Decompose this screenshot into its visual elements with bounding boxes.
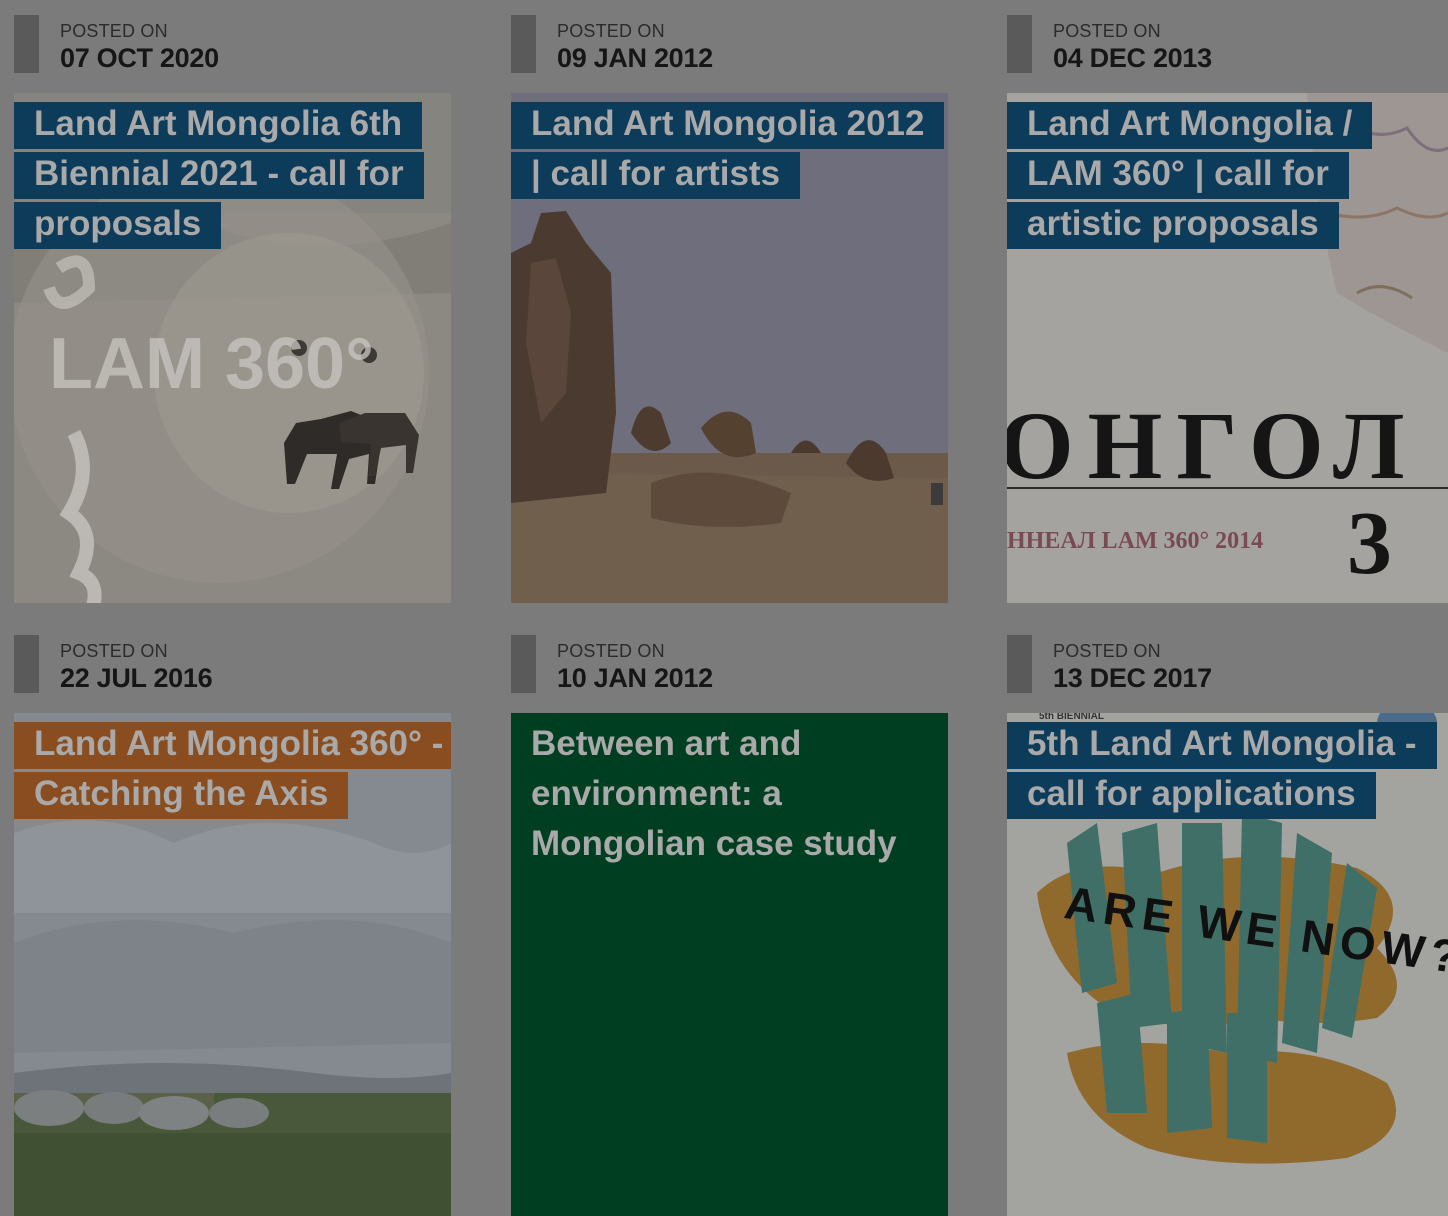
- post-meta: POSTED ON 13 DEC 2017: [1007, 635, 1448, 695]
- image-caption: ОНГОЛ: [1007, 392, 1418, 499]
- posted-on-label: POSTED ON: [60, 641, 168, 661]
- post-meta: POSTED ON 09 JAN 2012: [511, 15, 948, 75]
- post-title[interactable]: Land Art Mongolia 6th Biennial 2021 - ca…: [14, 99, 444, 249]
- posted-on-label: POSTED ON: [557, 641, 665, 661]
- date-marker: [1007, 15, 1032, 73]
- date-marker: [14, 635, 39, 693]
- post-meta: POSTED ON 07 OCT 2020: [14, 15, 451, 75]
- date-marker: [14, 15, 39, 73]
- post-title[interactable]: 5th Land Art Mongolia - call for applica…: [1007, 719, 1437, 819]
- post-date: 10 JAN 2012: [557, 663, 713, 693]
- post-date: 09 JAN 2012: [557, 43, 713, 73]
- post-thumbnail[interactable]: Land Art Mongolia 2012 | call for artist…: [511, 93, 948, 603]
- post-title[interactable]: Land Art Mongolia 360° - Catching the Ax…: [14, 719, 451, 819]
- post-date: 22 JUL 2016: [60, 663, 213, 693]
- date-marker: [1007, 635, 1032, 693]
- posted-on-label: POSTED ON: [1053, 641, 1161, 661]
- post-card[interactable]: POSTED ON 22 JUL 2016 Land Art Mongolia …: [14, 635, 451, 1216]
- post-card[interactable]: POSTED ON 09 JAN 2012 Land Art Mongolia …: [511, 15, 948, 603]
- post-card[interactable]: POSTED ON 04 DEC 2013 ОНГОЛ ННЕАЛ LAM 36…: [1007, 15, 1448, 603]
- post-meta: POSTED ON 22 JUL 2016: [14, 635, 451, 695]
- svg-text:3: 3: [1347, 494, 1392, 593]
- post-title[interactable]: Between art and environment: a Mongolian…: [511, 719, 941, 869]
- post-date: 07 OCT 2020: [60, 43, 219, 73]
- posted-on-label: POSTED ON: [60, 21, 168, 41]
- post-card[interactable]: POSTED ON 10 JAN 2012 Between art and en…: [511, 635, 948, 1216]
- post-date: 13 DEC 2017: [1053, 663, 1212, 693]
- post-date: 04 DEC 2013: [1053, 43, 1212, 73]
- post-title[interactable]: Land Art Mongolia 2012 | call for artist…: [511, 99, 945, 199]
- image-subcaption: ННЕАЛ LAM 360° 2014: [1007, 528, 1263, 554]
- post-card[interactable]: POSTED ON 13 DEC 2017 5th BIENNIAL ARE W…: [1007, 635, 1448, 1216]
- post-thumbnail[interactable]: Land Art Mongolia 360° - Catching the Ax…: [14, 713, 451, 1216]
- date-marker: [511, 635, 536, 693]
- posted-on-label: POSTED ON: [1053, 21, 1161, 41]
- image-caption: LAM 360°: [49, 324, 374, 404]
- date-marker: [511, 15, 536, 73]
- post-card[interactable]: POSTED ON 07 OCT 2020 LAM 360° Land Art …: [14, 15, 451, 603]
- posted-on-label: POSTED ON: [557, 21, 665, 41]
- post-title[interactable]: Land Art Mongolia / LAM 360° | call for …: [1007, 99, 1437, 249]
- post-thumbnail[interactable]: ОНГОЛ ННЕАЛ LAM 360° 2014 3 Land Art Mon…: [1007, 93, 1448, 603]
- post-thumbnail[interactable]: LAM 360° Land Art Mongolia 6th Biennial …: [14, 93, 451, 603]
- post-thumbnail[interactable]: Between art and environment: a Mongolian…: [511, 713, 948, 1216]
- post-thumbnail[interactable]: 5th BIENNIAL ARE WE NOW? 5th Land Art Mo…: [1007, 713, 1448, 1216]
- post-meta: POSTED ON 04 DEC 2013: [1007, 15, 1448, 75]
- post-meta: POSTED ON 10 JAN 2012: [511, 635, 948, 695]
